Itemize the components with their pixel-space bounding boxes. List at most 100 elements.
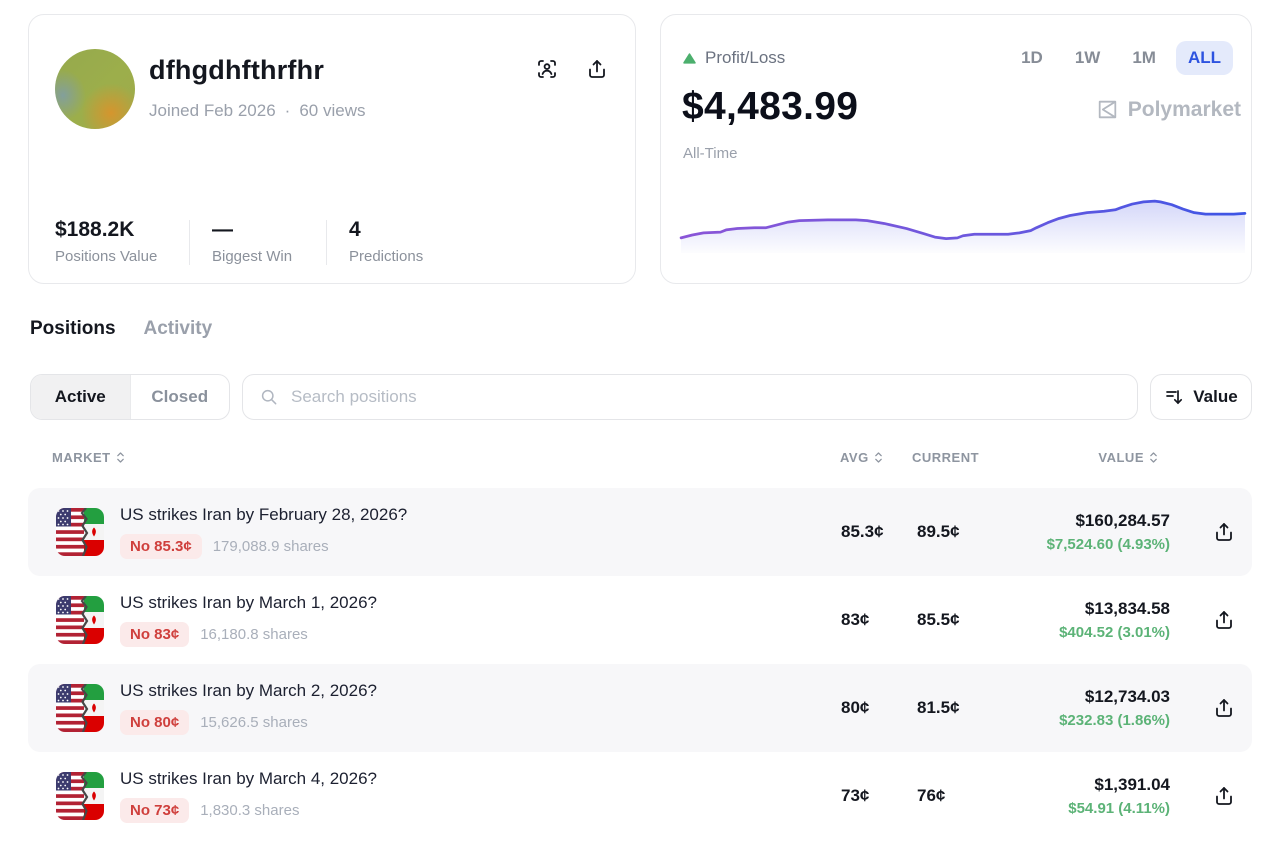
current-price: 76¢ xyxy=(917,752,945,840)
profile-page: dfhgdhfthrfhr Joined Feb 2026 · 60 views xyxy=(0,0,1280,842)
range-1w[interactable]: 1W xyxy=(1063,41,1113,75)
profile-subtitle: Joined Feb 2026 · 60 views xyxy=(149,101,365,121)
range-1d[interactable]: 1D xyxy=(1009,41,1055,75)
avg-price: 80¢ xyxy=(841,664,869,752)
table-header: MARKET AVG CURRENT VALUE xyxy=(28,450,1252,476)
stat-value: — xyxy=(212,218,304,242)
us-iran-flag-icon xyxy=(56,772,104,820)
position-info: US strikes Iran by March 4, 2026? No 73¢… xyxy=(120,752,377,840)
position-info: US strikes Iran by March 1, 2026? No 83¢… xyxy=(120,576,377,664)
pnl-label: Profit/Loss xyxy=(705,48,785,68)
stat-label: Biggest Win xyxy=(212,248,304,265)
position-gain: $54.91 (4.11%) xyxy=(1068,800,1170,817)
tab-positions[interactable]: Positions xyxy=(30,318,116,340)
pnl-amount: $4,483.99 xyxy=(682,85,858,129)
position-row[interactable]: US strikes Iran by March 1, 2026? No 83¢… xyxy=(28,576,1252,664)
market-title[interactable]: US strikes Iran by March 1, 2026? xyxy=(120,593,377,613)
value-cell: $12,734.03 $232.83 (1.86%) xyxy=(1059,664,1170,752)
position-row[interactable]: US strikes Iran by March 4, 2026? No 73¢… xyxy=(28,752,1252,840)
outcome-badge: No 80¢ xyxy=(120,710,189,735)
value-cell: $160,284.57 $7,524.60 (4.93%) xyxy=(1047,488,1170,576)
shares-count: 16,180.8 shares xyxy=(200,626,308,643)
shares-count: 1,830.3 shares xyxy=(200,802,299,819)
position-value: $160,284.57 xyxy=(1047,511,1170,531)
username: dfhgdhfthrfhr xyxy=(149,55,324,86)
tab-activity[interactable]: Activity xyxy=(144,318,213,340)
dot-separator: · xyxy=(285,101,291,121)
position-gain: $232.83 (1.86%) xyxy=(1059,712,1170,729)
header-market[interactable]: MARKET xyxy=(52,450,125,465)
segment-active[interactable]: Active xyxy=(31,375,130,419)
segment-closed[interactable]: Closed xyxy=(130,375,230,419)
header-label: VALUE xyxy=(1098,450,1144,465)
joined-date: Joined Feb 2026 xyxy=(149,101,276,121)
current-price: 89.5¢ xyxy=(917,488,960,576)
stat-predictions: 4 Predictions xyxy=(349,218,423,265)
outcome-badge: No 85.3¢ xyxy=(120,534,202,559)
profile-actions xyxy=(535,57,609,81)
share-profile-icon[interactable] xyxy=(585,57,609,81)
avatar xyxy=(55,49,135,129)
brand: Polymarket xyxy=(1095,97,1241,122)
share-position-icon[interactable] xyxy=(1212,520,1236,544)
pnl-card: Profit/Loss 1D 1W 1M ALL $4,483.99 Polym… xyxy=(660,14,1252,284)
range-selector: 1D 1W 1M ALL xyxy=(1009,41,1233,75)
position-value: $13,834.58 xyxy=(1059,599,1170,619)
stat-biggest-win: — Biggest Win xyxy=(212,218,304,265)
sort-value-button[interactable]: Value xyxy=(1150,374,1252,420)
share-position-icon[interactable] xyxy=(1212,696,1236,720)
avg-price: 83¢ xyxy=(841,576,869,664)
search-input[interactable] xyxy=(291,387,1121,407)
stat-value: 4 xyxy=(349,218,423,242)
search-box xyxy=(242,374,1138,420)
position-info: US strikes Iran by March 2, 2026? No 80¢… xyxy=(120,664,377,752)
position-value: $12,734.03 xyxy=(1059,687,1170,707)
shares-count: 15,626.5 shares xyxy=(200,714,308,731)
positions-list: US strikes Iran by February 28, 2026? No… xyxy=(28,488,1252,840)
position-gain: $7,524.60 (4.93%) xyxy=(1047,536,1170,553)
value-cell: $13,834.58 $404.52 (3.01%) xyxy=(1059,576,1170,664)
brand-name: Polymarket xyxy=(1128,98,1241,122)
avg-price: 85.3¢ xyxy=(841,488,884,576)
header-current[interactable]: CURRENT xyxy=(912,450,979,465)
sort-button-label: Value xyxy=(1193,387,1237,407)
pnl-period: All-Time xyxy=(683,145,737,162)
us-iran-flag-icon xyxy=(56,684,104,732)
position-value: $1,391.04 xyxy=(1068,775,1170,795)
sort-chevrons-icon xyxy=(116,451,125,464)
position-row[interactable]: US strikes Iran by February 28, 2026? No… xyxy=(28,488,1252,576)
pnl-label-group: Profit/Loss xyxy=(683,48,785,68)
search-icon xyxy=(259,387,279,407)
profile-card: dfhgdhfthrfhr Joined Feb 2026 · 60 views xyxy=(28,14,636,284)
market-title[interactable]: US strikes Iran by March 2, 2026? xyxy=(120,681,377,701)
header-value[interactable]: VALUE xyxy=(1098,450,1158,465)
current-price: 85.5¢ xyxy=(917,576,960,664)
sort-chevrons-icon xyxy=(874,451,883,464)
position-row[interactable]: US strikes Iran by March 2, 2026? No 80¢… xyxy=(28,664,1252,752)
up-triangle-icon xyxy=(683,53,696,64)
profile-stats: $188.2K Positions Value — Biggest Win 4 … xyxy=(55,218,423,265)
views-count: 60 views xyxy=(299,101,365,121)
market-title[interactable]: US strikes Iran by February 28, 2026? xyxy=(120,505,407,525)
outcome-badge: No 83¢ xyxy=(120,622,189,647)
range-1m[interactable]: 1M xyxy=(1120,41,1168,75)
stat-label: Positions Value xyxy=(55,248,167,265)
divider xyxy=(326,220,327,265)
shares-count: 179,088.9 shares xyxy=(213,538,329,555)
market-title[interactable]: US strikes Iran by March 4, 2026? xyxy=(120,769,377,789)
us-iran-flag-icon xyxy=(56,596,104,644)
us-iran-flag-icon xyxy=(56,508,104,556)
outcome-badge: No 73¢ xyxy=(120,798,189,823)
current-price: 81.5¢ xyxy=(917,664,960,752)
header-avg[interactable]: AVG xyxy=(840,450,883,465)
pnl-chart xyxy=(681,181,1245,253)
filter-row: Active Closed Value xyxy=(28,374,1252,420)
range-all[interactable]: ALL xyxy=(1176,41,1233,75)
status-segmented-control: Active Closed xyxy=(30,374,230,420)
share-position-icon[interactable] xyxy=(1212,784,1236,808)
scan-qr-icon[interactable] xyxy=(535,57,559,81)
sort-chevrons-icon xyxy=(1149,451,1158,464)
header-label: MARKET xyxy=(52,450,111,465)
share-position-icon[interactable] xyxy=(1212,608,1236,632)
header-label: AVG xyxy=(840,450,869,465)
